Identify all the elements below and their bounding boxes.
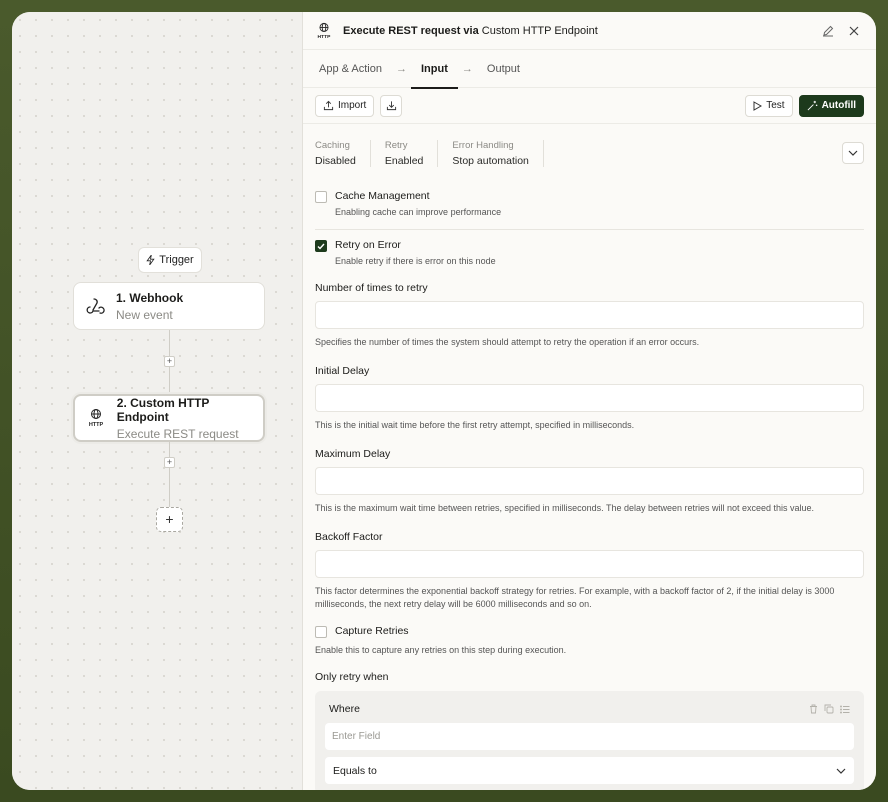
webhook-icon <box>84 295 106 317</box>
backoff-factor-label: Backoff Factor <box>315 531 383 543</box>
step-config-panel: HTTP Execute REST request via Custom HTT… <box>302 12 876 790</box>
backoff-factor-help: This factor determines the exponential b… <box>315 586 835 609</box>
initial-delay-help: This is the initial wait time before the… <box>315 420 635 430</box>
download-icon <box>386 101 396 111</box>
operator-value: Equals to <box>333 764 377 777</box>
capture-retries-checkbox[interactable] <box>315 626 327 638</box>
edit-button[interactable] <box>818 21 838 41</box>
arrow-right-icon: → <box>396 62 407 75</box>
import-label: Import <box>338 100 367 111</box>
duplicate-condition-button[interactable] <box>824 704 834 714</box>
tab-output[interactable]: Output <box>485 50 522 88</box>
retry-count-help: Specifies the number of times the system… <box>315 337 700 347</box>
maximum-delay-help: This is the maximum wait time between re… <box>315 503 815 513</box>
list-icon <box>840 705 850 713</box>
capture-retries-title: Capture Retries <box>335 625 409 637</box>
autofill-label: Autofill <box>821 100 856 111</box>
retry-on-error-title: Retry on Error <box>335 239 401 251</box>
cache-management-checkbox[interactable] <box>315 191 327 203</box>
where-label: Where <box>329 703 360 715</box>
condition-group: Where Enter Field Equals to <box>315 691 864 790</box>
node-custom-http[interactable]: HTTP 2. Custom HTTP Endpoint Execute RES… <box>73 394 265 442</box>
workflow-canvas[interactable]: Trigger 1. Webhook New event + HTTP 2. C… <box>12 12 302 790</box>
retry-count-label: Number of times to retry <box>315 282 428 294</box>
retry-count-input[interactable] <box>315 301 864 329</box>
maximum-delay-input[interactable] <box>315 467 864 495</box>
summary-error-handling: Error Handling Stop automation <box>452 140 544 167</box>
panel-header: HTTP Execute REST request via Custom HTT… <box>303 12 876 50</box>
svg-text:HTTP: HTTP <box>318 34 332 40</box>
copy-icon <box>824 704 834 714</box>
node-subtitle: New event <box>116 307 173 322</box>
condition-operator-select[interactable]: Equals to <box>325 757 854 784</box>
divider <box>315 229 864 230</box>
pencil-icon <box>823 25 834 36</box>
download-button[interactable] <box>380 94 403 117</box>
trigger-chip-label: Trigger <box>159 254 194 266</box>
node-subtitle: Execute REST request <box>116 426 239 441</box>
initial-delay-input[interactable] <box>315 384 864 412</box>
test-button[interactable]: Test <box>745 94 793 117</box>
checkmark-icon <box>317 243 325 250</box>
autofill-button[interactable]: Autofill <box>798 94 864 117</box>
insert-step-button[interactable]: + <box>164 457 175 468</box>
settings-summary: Caching Disabled Retry Enabled Error Han… <box>315 140 864 180</box>
lightning-icon <box>146 255 155 265</box>
play-icon <box>753 100 763 111</box>
panel-tabs: App & Action → Input → Output <box>303 50 876 89</box>
capture-retries-desc: Enable this to capture any retries on th… <box>315 645 567 655</box>
http-globe-icon: HTTP <box>85 407 107 429</box>
reorder-condition-button[interactable] <box>840 705 850 714</box>
chevron-down-icon <box>848 150 858 156</box>
retry-on-error-desc: Enable retry if there is error on this n… <box>335 256 496 266</box>
test-label: Test <box>766 100 785 111</box>
node-title: 2. Custom HTTP Endpoint <box>116 395 210 424</box>
trigger-chip[interactable]: Trigger <box>138 247 202 273</box>
close-button[interactable] <box>844 21 864 41</box>
import-button[interactable]: Import <box>315 94 375 117</box>
app-frame: Trigger 1. Webhook New event + HTTP 2. C… <box>12 12 876 790</box>
trash-icon <box>810 704 817 714</box>
condition-field-input[interactable]: Enter Field <box>325 723 854 750</box>
cache-management-option[interactable]: Cache Management Enabling cache can impr… <box>315 190 864 217</box>
arrow-right-icon: → <box>461 62 473 75</box>
only-retry-label: Only retry when <box>315 671 389 683</box>
collapse-settings-button[interactable] <box>842 142 864 164</box>
initial-delay-label: Initial Delay <box>315 365 370 377</box>
http-globe-icon: HTTP <box>315 22 333 40</box>
cache-management-title: Cache Management <box>335 190 430 202</box>
tab-input[interactable]: Input <box>411 50 458 89</box>
backoff-factor-input[interactable] <box>315 550 864 578</box>
node-webhook[interactable]: 1. Webhook New event <box>73 282 265 330</box>
upload-icon <box>323 100 334 111</box>
connector-line <box>169 442 170 508</box>
chevron-down-icon <box>836 768 846 774</box>
summary-caching: Caching Disabled <box>315 140 371 167</box>
maximum-delay-label: Maximum Delay <box>315 448 391 460</box>
settings-form: Cache Management Enabling cache can impr… <box>315 190 864 790</box>
summary-retry: Retry Enabled <box>385 140 439 167</box>
panel-toolbar: Import Test Autofill <box>303 88 876 124</box>
tab-app-action[interactable]: App & Action <box>317 50 384 88</box>
node-title: 1. Webhook <box>116 290 184 305</box>
cache-management-desc: Enabling cache can improve performance <box>335 207 502 217</box>
condition-header: Where <box>325 699 854 715</box>
close-icon <box>849 26 859 35</box>
add-step-button[interactable]: + <box>156 507 183 532</box>
insert-step-button[interactable]: + <box>164 356 175 367</box>
panel-title: Execute REST request via Custom HTTP End… <box>343 24 598 37</box>
svg-text:HTTP: HTTP <box>89 422 104 428</box>
delete-condition-button[interactable] <box>809 704 818 714</box>
retry-on-error-option[interactable]: Retry on Error Enable retry if there is … <box>315 239 864 266</box>
magic-wand-icon <box>807 100 817 111</box>
retry-on-error-checkbox[interactable] <box>315 240 327 252</box>
capture-retries-option[interactable]: Capture Retries <box>315 625 864 638</box>
